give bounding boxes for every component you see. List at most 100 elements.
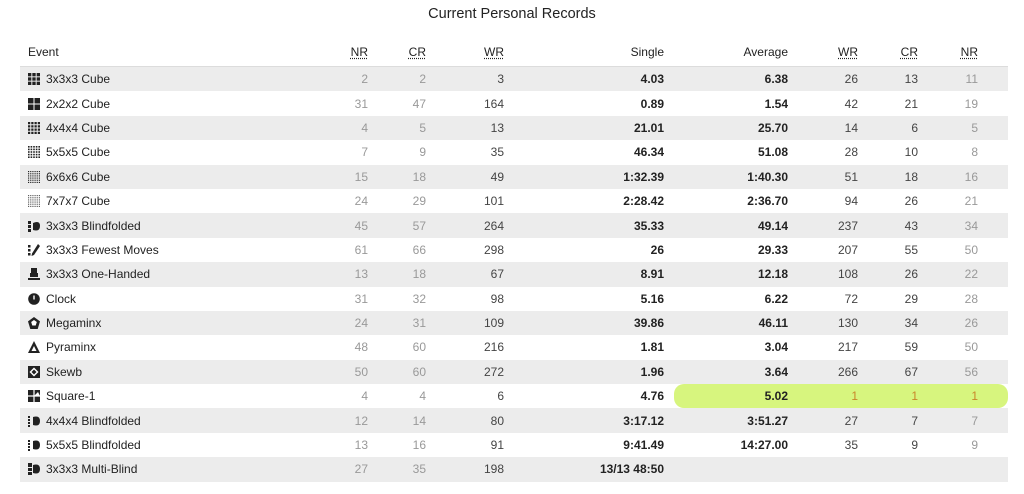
table-row: Pyraminx 48 60 216 1.81 3.04 217 59 50 [20,335,1008,360]
average-cr-rank: 26 [868,188,928,214]
average-nr-rank: 9 [928,432,988,458]
row-spacer [988,359,1008,385]
average-cr-rank: 55 [868,237,928,263]
average-nr-rank: 19 [928,91,988,116]
event-cell: 3x3x3 Blindfolded [20,213,320,238]
single-nr-rank: 7 [320,140,378,165]
header-average-nr: NR [960,45,978,59]
average-nr-rank: 5 [928,115,988,141]
one-handed-icon [28,268,40,281]
single-cr-rank: 29 [378,188,436,214]
event-cell: Megaminx [20,310,320,336]
event-name[interactable]: 5x5x5 Blindfolded [46,438,141,452]
event-name[interactable]: 4x4x4 Blindfolded [46,414,141,428]
single-nr-rank: 2 [320,66,378,92]
single-wr-rank: 98 [436,286,514,311]
event-name[interactable]: 4x4x4 Cube [46,121,110,135]
average-wr-rank: 1 [798,384,868,409]
event-cell: Skewb [20,359,320,385]
event-cell: 3x3x3 One-Handed [20,262,320,287]
single-wr-rank: 101 [436,188,514,214]
table-row: Megaminx 24 31 109 39.86 46.11 130 34 26 [20,310,1008,336]
single-nr-rank: 27 [320,457,378,482]
header-average-wr: WR [838,45,858,59]
row-spacer [988,457,1008,482]
single-nr-rank: 4 [320,384,378,409]
single-nr-rank: 13 [320,432,378,458]
average-wr-rank: 14 [798,115,868,141]
single-cr-rank: 9 [378,140,436,165]
single-result: 4.76 [514,384,674,409]
event-name[interactable]: Skewb [46,365,82,379]
average-nr-rank: 1 [928,384,988,409]
event-cell: 4x4x4 Cube [20,115,320,141]
average-result: 3:51.27 [674,408,798,433]
row-spacer [988,237,1008,263]
section-title: Current Personal Records [428,6,596,22]
megaminx-icon [28,317,40,330]
single-wr-rank: 67 [436,262,514,287]
table-row: 5x5x5 Cube 7 9 35 46.34 51.08 28 10 8 [20,140,1008,165]
average-cr-rank: 13 [868,66,928,92]
average-wr-rank: 51 [798,164,868,189]
single-wr-rank: 49 [436,164,514,189]
event-name[interactable]: 2x2x2 Cube [46,97,110,111]
5x5-cube-icon [28,146,40,159]
average-result: 49.14 [674,213,798,238]
average-wr-rank: 108 [798,262,868,287]
single-nr-rank: 24 [320,188,378,214]
single-cr-rank: 60 [378,335,436,360]
2x2-cube-icon [28,97,40,110]
average-cr-rank: 34 [868,310,928,336]
single-result: 8.91 [514,262,674,287]
header-single-nr: NR [350,45,368,59]
single-result: 4.03 [514,66,674,92]
event-name[interactable]: Megaminx [46,316,101,330]
event-name[interactable]: 3x3x3 Fewest Moves [46,243,159,257]
average-cr-rank: 9 [868,432,928,458]
event-cell: 3x3x3 Cube [20,66,320,92]
single-result: 46.34 [514,140,674,165]
table-row: 2x2x2 Cube 31 47 164 0.89 1.54 42 21 19 [20,91,1008,116]
single-wr-rank: 3 [436,66,514,92]
average-nr-rank: 50 [928,237,988,263]
average-nr-rank: 21 [928,188,988,214]
event-name[interactable]: 3x3x3 Cube [46,72,110,86]
single-wr-rank: 13 [436,115,514,141]
average-wr-rank: 26 [798,66,868,92]
average-nr-rank: 26 [928,310,988,336]
average-nr-rank: 7 [928,408,988,433]
average-result: 1.54 [674,91,798,116]
event-name[interactable]: 6x6x6 Cube [46,170,110,184]
average-nr-rank: 11 [928,66,988,92]
personal-records-table: Event NR CR WR Single Average WR CR NR 3… [20,38,1008,482]
single-wr-rank: 216 [436,335,514,360]
single-nr-rank: 50 [320,359,378,385]
event-cell: Square-1 [20,384,320,409]
average-cr-rank: 59 [868,335,928,360]
table-row: 3x3x3 Multi-Blind 27 35 198 13/13 48:50 [20,457,1008,482]
row-spacer [988,115,1008,141]
average-wr-rank: 28 [798,140,868,165]
single-wr-rank: 6 [436,384,514,409]
event-name[interactable]: 3x3x3 Multi-Blind [46,462,137,476]
event-name[interactable]: 3x3x3 Blindfolded [46,219,141,233]
header-single-wr: WR [484,45,504,59]
5x5-blindfolded-icon [28,439,40,452]
pyraminx-icon [28,341,40,354]
single-wr-rank: 109 [436,310,514,336]
average-cr-rank [868,457,928,482]
event-name[interactable]: 7x7x7 Cube [46,194,110,208]
average-cr-rank: 18 [868,164,928,189]
header-single-cr: CR [408,45,426,59]
event-name[interactable]: 5x5x5 Cube [46,145,110,159]
event-name[interactable]: Square-1 [46,389,95,403]
event-name[interactable]: Pyraminx [46,340,96,354]
average-cr-rank: 7 [868,408,928,433]
table-row: 6x6x6 Cube 15 18 49 1:32.39 1:40.30 51 18 16 [20,164,1008,189]
single-result: 0.89 [514,91,674,116]
event-name[interactable]: 3x3x3 One-Handed [46,267,150,281]
event-name[interactable]: Clock [46,292,76,306]
table-row: Square-1 4 4 6 4.76 5.02 1 1 1 [20,384,1008,409]
average-wr-rank [798,457,868,482]
